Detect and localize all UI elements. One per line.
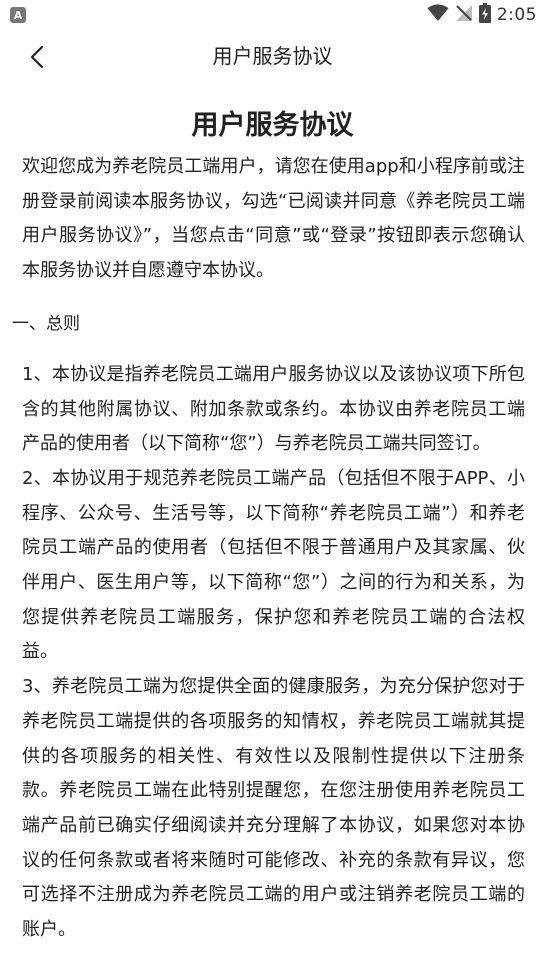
clause-paragraph-1: 1、本协议是指养老院员工端用户服务协议以及该协议项下所包含的其他附属协议、附加条…	[22, 363, 525, 455]
no-signal-icon	[455, 4, 473, 26]
nav-title: 用户服务协议	[212, 44, 333, 68]
status-bar: A 2:05	[0, 0, 545, 30]
section-heading-general: 一、总则	[12, 313, 80, 334]
document-title: 用户服务协议	[191, 110, 354, 141]
status-left: A	[10, 7, 26, 23]
app-notification-icon: A	[10, 7, 26, 23]
clause-paragraph-2: 2、本协议用于规范养老院员工端产品（包括但不限于APP、小程序、公众号、生活号等…	[22, 467, 525, 663]
nav-bar: 用户服务协议	[0, 30, 545, 82]
clause-paragraph-3: 3、养老院员工端为您提供全面的健康服务，为充分保护您对于养老院员工端提供的各项服…	[22, 676, 525, 941]
battery-charging-icon	[478, 3, 491, 27]
wifi-icon	[427, 4, 449, 26]
agreement-content[interactable]: 用户服务协议 欢迎您成为养老院员工端用户，请您在使用app和小程序前或注册登录前…	[0, 100, 545, 979]
intro-paragraph: 欢迎您成为养老院员工端用户，请您在使用app和小程序前或注册登录前阅读本服务协议…	[22, 156, 525, 282]
status-right: 2:05	[427, 3, 537, 27]
status-time: 2:05	[496, 5, 537, 25]
